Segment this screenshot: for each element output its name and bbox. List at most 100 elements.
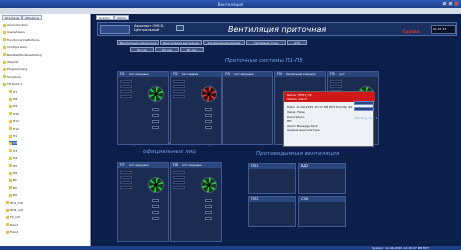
tree-item[interactable]: Trend: [6, 230, 18, 234]
parameter-row: [330, 80, 342, 83]
tree-item-label: В1: [13, 178, 17, 183]
tree-item[interactable]: TD Point 1: [3, 82, 22, 86]
parameter-row: [173, 181, 185, 184]
system-panel[interactable]: П2 Сист.авария: [170, 71, 222, 145]
tree-item-label: Alarm/Control: [7, 23, 28, 27]
parameter-row: [120, 176, 132, 179]
minimize-icon[interactable]: [442, 1, 447, 6]
tree-item[interactable]: В1: [9, 178, 17, 182]
parameter-row: [120, 95, 132, 98]
tree-item[interactable]: Programming: [3, 67, 27, 71]
system-panel[interactable]: СЗК: [298, 196, 346, 227]
tree-item[interactable]: Alarm/Control: [3, 23, 28, 27]
folder-icon: [9, 97, 12, 101]
fan-icon[interactable]: [201, 177, 217, 193]
airport-name: Аэропорт ОМСК-Центральный: [134, 24, 165, 32]
tab-objects[interactable]: Объекты: [22, 15, 43, 20]
panel-header: П1 сист.запущена: [118, 72, 168, 77]
nav-exhaust[interactable]: Вентиляция вытяжная: [160, 40, 202, 45]
system-panel[interactable]: ПП2: [248, 196, 296, 227]
tree-item[interactable]: Objects: [3, 60, 18, 64]
tree-item-label: П9: [13, 104, 18, 109]
tab-alarm[interactable]: Alarm: [114, 15, 129, 20]
tree-item[interactable]: П5: [9, 164, 17, 168]
tree-item[interactable]: BACNet/Modbus/Dialog: [3, 53, 42, 57]
nav-sub-3[interactable]: Вт.сис: [180, 47, 204, 52]
tree-item[interactable]: Functional Definitions: [3, 38, 39, 42]
nav-sub-1[interactable]: Пр.сис: [130, 47, 154, 52]
folder-icon: [9, 193, 12, 197]
value-box: [205, 126, 212, 129]
home-icon[interactable]: [176, 25, 184, 31]
nav-sub-2[interactable]: Пр.сис: [155, 47, 179, 52]
value-box: [152, 205, 159, 208]
left-panel: Все базы Объекты Alarm/Control Users/User…: [0, 14, 91, 246]
parameter-row: [173, 95, 185, 98]
panel-name: П1: [120, 72, 125, 76]
folder-icon: [9, 112, 12, 116]
system-panel[interactable]: ВД2: [298, 163, 346, 194]
value-box: [152, 217, 159, 220]
tree-item[interactable]: П10: [9, 112, 19, 116]
tree-item[interactable]: П8: [9, 97, 17, 101]
value-box: [205, 120, 212, 123]
system-panel[interactable]: П7 сист.запущена: [117, 162, 169, 242]
value-box: [152, 114, 159, 117]
tree-item[interactable]: П3: [9, 149, 17, 153]
tree-item-label: П8: [13, 97, 18, 101]
side-button-1[interactable]: [354, 101, 374, 105]
tree-item[interactable]: Schedule: [3, 75, 21, 79]
tree-item[interactable]: П12: [9, 127, 19, 131]
system-panel[interactable]: ПП1: [248, 163, 296, 194]
tab-all-bases[interactable]: Все базы: [2, 15, 23, 20]
fan-icon[interactable]: [201, 86, 217, 102]
tab-graphic[interactable]: Graphic: [96, 15, 114, 20]
system-panel[interactable]: П8 сист.запущена: [170, 162, 222, 242]
tree-item-label: П5: [13, 163, 18, 168]
tree-item[interactable]: Trend: [6, 223, 18, 227]
value-box: [205, 217, 212, 220]
folder-icon: [3, 60, 6, 64]
tree-item[interactable]: П9: [9, 104, 17, 108]
value-box: [205, 114, 212, 117]
nav-conditioning[interactable]: Кондиционирование: [203, 40, 245, 45]
tree-item[interactable]: ПП2_Intl: [6, 208, 23, 212]
panel-status: сист.запущена: [128, 73, 149, 76]
tree-item[interactable]: П1: [9, 134, 17, 138]
tree-item[interactable]: П6: [9, 171, 17, 175]
nav-ctp[interactable]: ЦТП: [287, 40, 307, 45]
logo: [100, 25, 130, 34]
tree-item[interactable]: Configuration: [3, 45, 27, 49]
tree-item[interactable]: П2: [9, 141, 18, 146]
tree-item-label: TD Point 1: [7, 82, 23, 87]
pending-alarms-link[interactable]: Pending Alm: 1: [355, 116, 378, 120]
folder-icon: [9, 178, 12, 182]
fan-icon[interactable]: [148, 177, 164, 193]
tree-item[interactable]: Users/Users: [3, 30, 25, 34]
close-icon[interactable]: [454, 1, 459, 6]
value-box: [205, 211, 212, 214]
side-button-2[interactable]: [354, 107, 374, 111]
tree-item[interactable]: П4: [9, 156, 17, 160]
panel-status: сист: [338, 73, 345, 76]
tree-item-label: BACNet/Modbus/Dialog: [7, 52, 42, 57]
tree-item[interactable]: П11: [9, 119, 19, 123]
tree-item[interactable]: В2: [9, 186, 17, 190]
nav-heat-nodes[interactable]: Тепловые узлы: [246, 40, 286, 45]
tree-item[interactable]: ТУ_Intl: [6, 215, 20, 219]
system-panel[interactable]: П3 сист.запущена: [222, 71, 273, 145]
status-bar: System: 11.09.2015 12:15:17 PM EDT: [0, 246, 461, 250]
tree-item-label: П1: [13, 134, 18, 138]
system-panel[interactable]: П1 сист.запущена: [117, 71, 169, 145]
page-title: Вентиляция приточная: [228, 25, 327, 34]
folder-icon: [9, 141, 12, 145]
parameter-row: [173, 176, 185, 179]
folder-icon: [9, 134, 12, 138]
fan-icon[interactable]: [148, 86, 164, 102]
maximize-icon[interactable]: [448, 1, 453, 6]
parameter-row: [120, 171, 132, 174]
tree-item[interactable]: В3: [9, 193, 17, 197]
tree-item[interactable]: ПП1_Intl: [6, 201, 23, 205]
tree-item[interactable]: П7: [9, 90, 17, 94]
nav-supply[interactable]: Вентиляция приточная: [117, 40, 159, 45]
